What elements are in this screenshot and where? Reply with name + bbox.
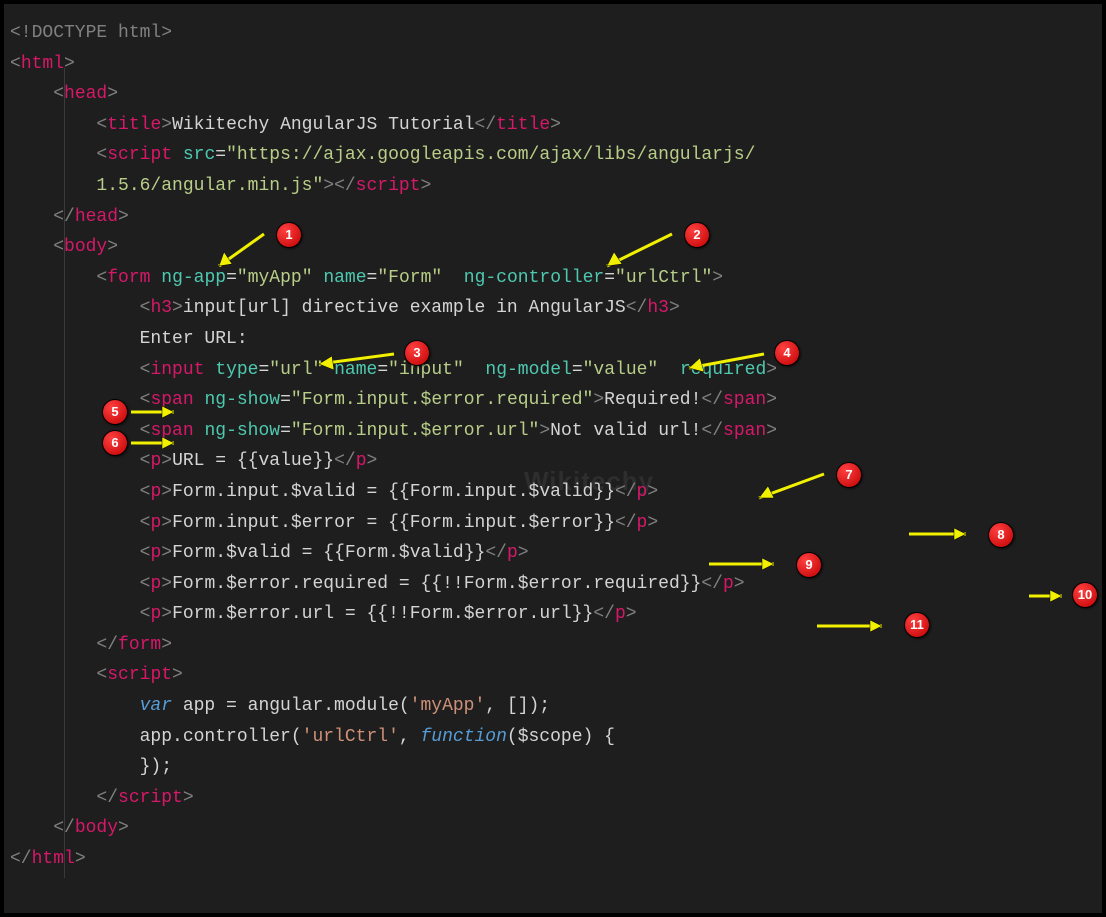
badge-10: 10 bbox=[1072, 582, 1098, 608]
badge-4: 4 bbox=[774, 340, 800, 366]
badge-5: 5 bbox=[102, 399, 128, 425]
badge-3: 3 bbox=[404, 340, 430, 366]
badge-6: 6 bbox=[102, 430, 128, 456]
code-screenshot: Wikitechy <!DOCTYPE html> <html> <head> … bbox=[0, 0, 1106, 917]
doctype: <!DOCTYPE html> bbox=[10, 23, 172, 43]
title-text: Wikitechy AngularJS Tutorial bbox=[172, 115, 474, 135]
badge-9: 9 bbox=[796, 552, 822, 578]
code-block: <!DOCTYPE html> <html> <head> <title>Wik… bbox=[4, 4, 1102, 889]
badge-8: 8 bbox=[988, 522, 1014, 548]
badge-7: 7 bbox=[836, 462, 862, 488]
enter-url-label: Enter URL: bbox=[10, 329, 248, 349]
badge-1: 1 bbox=[276, 222, 302, 248]
badge-11: 11 bbox=[904, 612, 930, 638]
badge-2: 2 bbox=[684, 222, 710, 248]
